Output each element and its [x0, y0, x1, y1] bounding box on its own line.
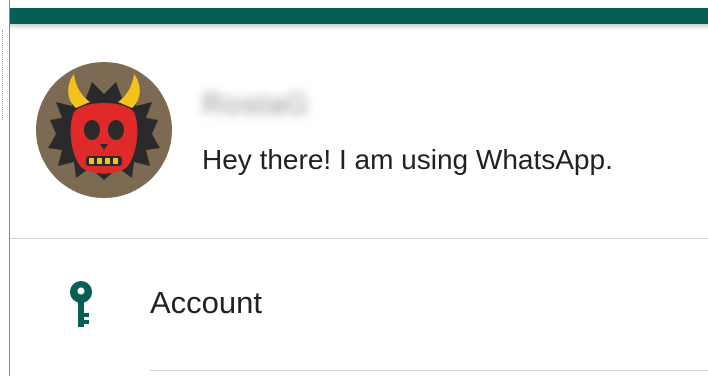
settings-item-label: Account [150, 285, 263, 320]
divider-inset [150, 370, 708, 371]
profile-row[interactable]: RostaG Hey there! I am using WhatsApp. [10, 30, 708, 238]
settings-item-account[interactable]: Account [10, 239, 708, 371]
profile-avatar[interactable] [36, 62, 172, 198]
key-icon [68, 281, 94, 329]
red-devil-mask-icon [36, 62, 172, 198]
profile-status: Hey there! I am using WhatsApp. [202, 144, 613, 175]
whatsapp-settings-screen: RostaG Hey there! I am using WhatsApp. A… [0, 0, 708, 376]
toolbar [10, 8, 708, 24]
profile-name: RostaG [202, 88, 310, 121]
